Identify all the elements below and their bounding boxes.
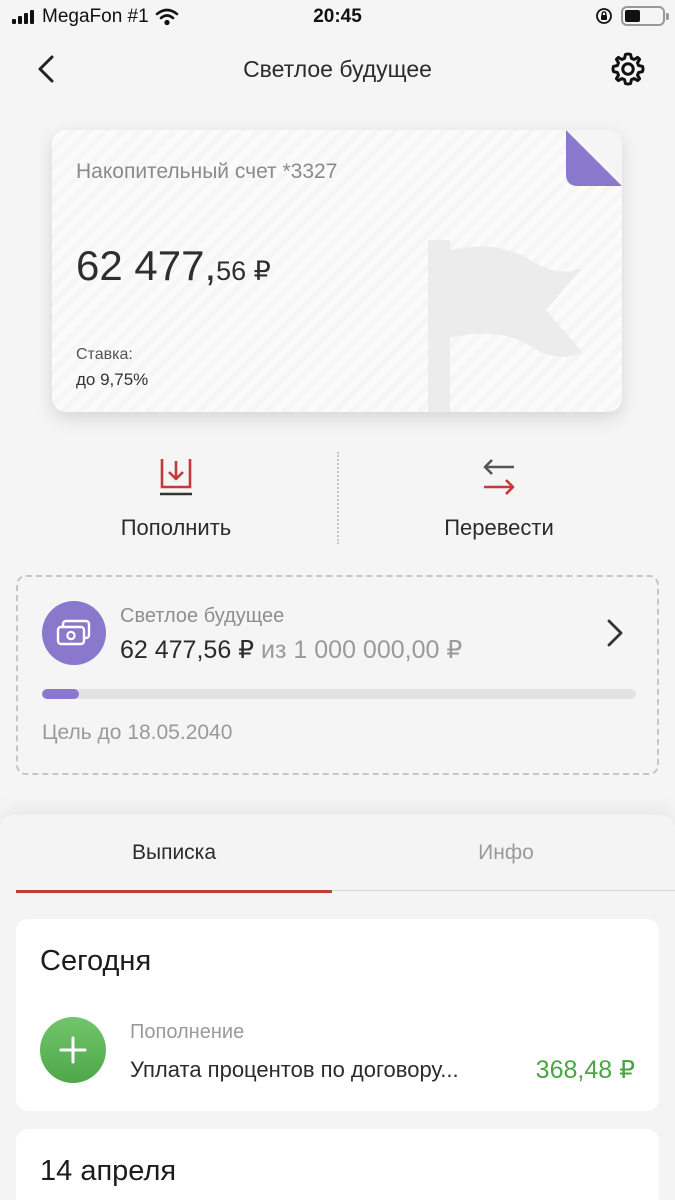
- tab-info[interactable]: Инфо: [348, 815, 664, 891]
- status-bar: MegaFon #1 20:45: [0, 0, 675, 34]
- status-time: 20:45: [313, 6, 362, 27]
- gear-icon: [611, 52, 645, 86]
- goal-target: 1 000 000,00 ₽: [293, 636, 463, 664]
- tab-statement[interactable]: Выписка: [16, 815, 332, 893]
- battery-icon: [621, 6, 669, 26]
- goal-progress-fill: [42, 689, 80, 699]
- card-corner-fold: [566, 130, 622, 186]
- rate-label: Ставка:: [76, 346, 133, 363]
- rate-value: до 9,75%: [76, 370, 149, 389]
- topup-label: Пополнить: [120, 515, 232, 540]
- account-balance: 62 477,56 ₽: [76, 242, 271, 290]
- goal-name: Светлое будущее: [120, 605, 285, 627]
- goal-separator: из: [261, 636, 287, 664]
- nav-bar: Светлое будущее: [0, 40, 675, 100]
- flag-icon: [428, 240, 582, 412]
- day-group-april: 14 апреля: [16, 1129, 659, 1200]
- statement-sheet: Выписка Инфо Сегодня Пополнение Уплата п…: [0, 815, 675, 1200]
- balance-fraction: 56 ₽: [216, 256, 271, 286]
- topup-button[interactable]: Пополнить: [16, 455, 336, 555]
- day-title: 14 апреля: [40, 1155, 177, 1187]
- goal-deadline: Цель до 18.05.2040: [42, 721, 233, 744]
- download-icon: [154, 455, 198, 499]
- transaction-type: Пополнение: [130, 1021, 245, 1043]
- status-indicators: [595, 6, 669, 26]
- chevron-right-icon: [607, 619, 623, 647]
- money-icon: [42, 601, 106, 665]
- plus-icon: [40, 1017, 106, 1083]
- goal-current: 62 477,56 ₽: [120, 636, 255, 664]
- page-title: Светлое будущее: [243, 56, 432, 82]
- balance-integer: 62 477,: [76, 242, 217, 289]
- transfer-label: Перевести: [444, 515, 554, 540]
- account-label: Накопительный счет *3327: [76, 160, 338, 183]
- goal-progress-bar: [42, 689, 636, 699]
- savings-goal[interactable]: Светлое будущее 62 477,56 ₽ из 1 000 000…: [16, 575, 659, 775]
- screen: MegaFon #1 20:45 Светлое будущее Накопит…: [0, 0, 675, 1200]
- transfer-arrows-icon: [477, 455, 521, 499]
- transaction-amount: 368,48 ₽: [535, 1056, 635, 1084]
- tabs: Выписка Инфо: [16, 815, 675, 893]
- orientation-lock-icon: [596, 8, 612, 24]
- account-card[interactable]: Накопительный счет *3327 62 477,56 ₽ Ста…: [52, 130, 622, 412]
- goal-amounts: 62 477,56 ₽ из 1 000 000,00 ₽: [120, 635, 462, 665]
- day-group-today: Сегодня Пополнение Уплата процентов по д…: [16, 919, 659, 1111]
- transaction-description: Уплата процентов по договору...: [130, 1057, 459, 1082]
- settings-button[interactable]: [607, 48, 649, 90]
- transfer-button[interactable]: Перевести: [339, 455, 659, 555]
- day-title: Сегодня: [40, 945, 152, 977]
